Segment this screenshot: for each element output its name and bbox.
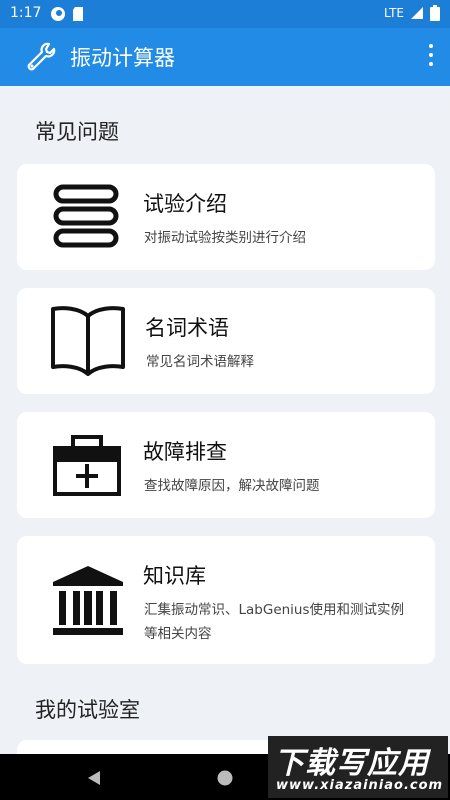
wrench-icon (27, 42, 56, 71)
lab-section-title: 我的试验室 (35, 698, 140, 722)
watermark-logo: 下载写应用 www.xiazainiao.com (268, 736, 448, 798)
sd-card-icon (73, 7, 83, 21)
app-notification-icon (51, 7, 65, 21)
card-title: 名词术语 (145, 316, 229, 340)
library-icon (53, 566, 123, 635)
card-desc: 常见名词术语解释 (146, 354, 254, 370)
back-icon[interactable] (86, 770, 102, 786)
network-type: LTE (384, 6, 404, 20)
battery-icon (430, 5, 440, 21)
status-time: 1:17 (10, 5, 42, 21)
card-desc: 对振动试验按类别进行介绍 (144, 230, 306, 246)
status-right: LTE (384, 5, 440, 21)
signal-icon (411, 7, 423, 19)
status-bar: 1:17 LTE (0, 0, 450, 28)
watermark-url: www.xiazainiao.com (276, 778, 444, 793)
watermark-main: 下载写应用 (274, 746, 429, 781)
card-knowledge-base[interactable]: 知识库 汇集振动常识、LabGenius使用和测试实例等相关内容 (17, 536, 435, 664)
stack-icon (53, 184, 119, 248)
toolbox-icon (53, 435, 121, 496)
card-title: 试验介绍 (143, 192, 227, 216)
faq-section-title: 常见问题 (35, 120, 119, 144)
more-vert-icon[interactable] (426, 44, 436, 70)
home-icon[interactable] (217, 770, 233, 786)
card-title: 知识库 (143, 564, 206, 588)
card-troubleshoot[interactable]: 故障排查 查找故障原因，解决故障问题 (17, 412, 435, 518)
card-title: 故障排查 (143, 440, 227, 464)
card-desc: 汇集振动常识、LabGenius使用和测试实例等相关内容 (144, 602, 405, 642)
app-title: 振动计算器 (70, 46, 175, 70)
book-icon (51, 306, 125, 376)
app-bar: 振动计算器 (0, 28, 450, 86)
card-glossary[interactable]: 名词术语 常见名词术语解释 (17, 288, 435, 394)
card-desc: 查找故障原因，解决故障问题 (144, 478, 320, 494)
card-test-intro[interactable]: 试验介绍 对振动试验按类别进行介绍 (17, 164, 435, 270)
